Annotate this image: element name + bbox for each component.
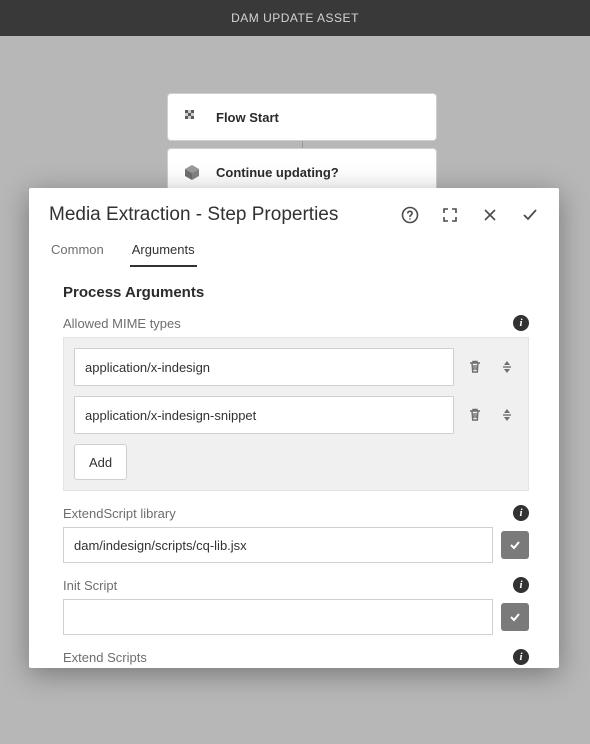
box-icon	[182, 162, 202, 182]
dialog-header: Media Extraction - Step Properties	[29, 188, 559, 236]
confirm-icon[interactable]	[521, 206, 539, 224]
allowed-mime-multifield: Add	[63, 337, 529, 491]
mime-row	[74, 348, 518, 386]
step-properties-dialog: Media Extraction - Step Properties Commo…	[29, 188, 559, 668]
workflow-node-flow-start[interactable]: Flow Start	[167, 93, 437, 141]
add-mime-button[interactable]: Add	[74, 444, 127, 480]
flag-icon	[182, 107, 202, 127]
dialog-actions	[401, 206, 539, 224]
extendscript-library-input[interactable]	[63, 527, 493, 563]
close-icon[interactable]	[481, 206, 499, 224]
section-title: Process Arguments	[63, 284, 529, 301]
init-script-row	[63, 599, 529, 635]
dialog-tabs: Common Arguments	[29, 236, 559, 268]
node-label: Continue updating?	[216, 165, 339, 180]
trash-icon[interactable]	[464, 404, 486, 426]
mime-input[interactable]	[74, 396, 454, 434]
info-icon[interactable]: i	[513, 315, 529, 331]
trash-icon[interactable]	[464, 356, 486, 378]
dialog-body: Process Arguments Allowed MIME types i	[29, 268, 559, 668]
mime-input[interactable]	[74, 348, 454, 386]
checkbox-checked-icon[interactable]	[501, 531, 529, 559]
label-init-script: Init Script i	[63, 577, 529, 593]
node-label: Flow Start	[216, 110, 279, 125]
app-title: DAM UPDATE ASSET	[231, 11, 359, 25]
extendscript-library-row	[63, 527, 529, 563]
info-icon[interactable]: i	[513, 577, 529, 593]
tab-arguments[interactable]: Arguments	[130, 236, 197, 267]
reorder-icon[interactable]	[496, 404, 518, 426]
label-extendscript-library: ExtendScript library i	[63, 505, 529, 521]
init-script-input[interactable]	[63, 599, 493, 635]
label-allowed-mime: Allowed MIME types i	[63, 315, 529, 331]
dialog-title: Media Extraction - Step Properties	[49, 204, 338, 226]
reorder-icon[interactable]	[496, 356, 518, 378]
help-icon[interactable]	[401, 206, 419, 224]
label-extend-scripts: Extend Scripts i	[63, 649, 529, 665]
info-icon[interactable]: i	[513, 505, 529, 521]
checkbox-checked-icon[interactable]	[501, 603, 529, 631]
tab-common[interactable]: Common	[49, 236, 106, 267]
app-topbar: DAM UPDATE ASSET	[0, 0, 590, 36]
fullscreen-icon[interactable]	[441, 206, 459, 224]
info-icon[interactable]: i	[513, 649, 529, 665]
mime-row	[74, 396, 518, 434]
